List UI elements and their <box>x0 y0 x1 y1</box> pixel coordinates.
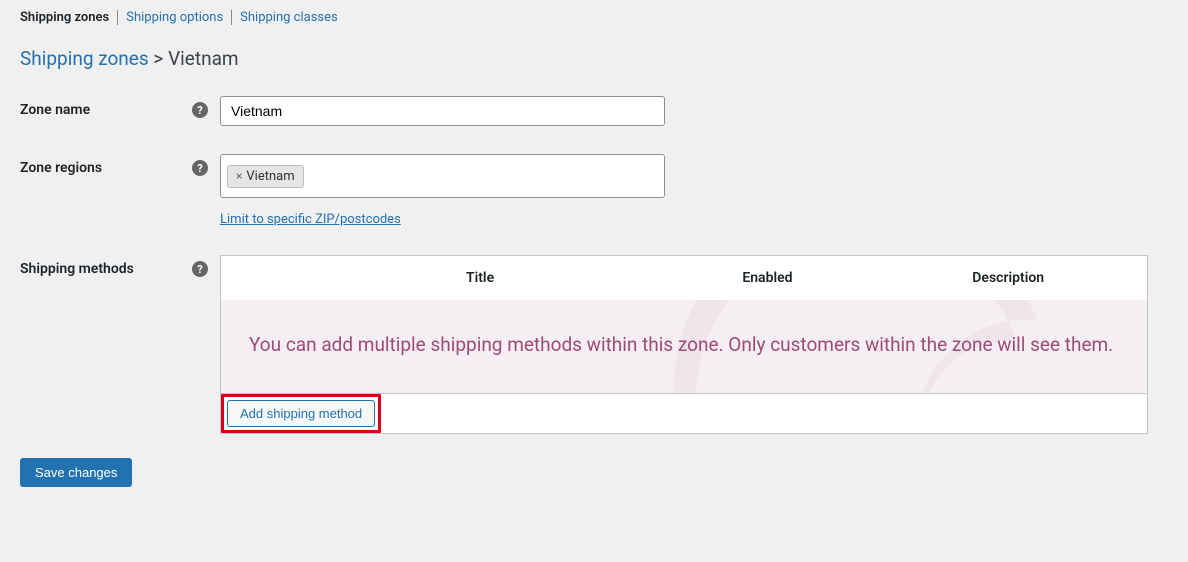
th-enabled: Enabled <box>665 256 869 301</box>
tab-shipping-zones[interactable]: Shipping zones <box>20 10 118 25</box>
remove-tag-icon[interactable]: × <box>236 169 242 183</box>
breadcrumb: Shipping zones > Vietnam <box>0 33 1188 88</box>
tab-shipping-options[interactable]: Shipping options <box>118 10 232 25</box>
limit-zip-link[interactable]: Limit to specific ZIP/postcodes <box>220 212 401 227</box>
breadcrumb-separator: > <box>153 47 163 70</box>
shipping-methods-label: Shipping methods <box>20 261 134 277</box>
tutorial-highlight: Add shipping method <box>221 394 381 433</box>
help-icon[interactable]: ? <box>192 102 208 118</box>
breadcrumb-current: Vietnam <box>168 47 239 70</box>
th-description: Description <box>869 256 1147 301</box>
add-shipping-method-button[interactable]: Add shipping method <box>227 400 375 427</box>
help-icon[interactable]: ? <box>192 160 208 176</box>
zone-regions-label: Zone regions <box>20 160 102 176</box>
breadcrumb-root-link[interactable]: Shipping zones <box>20 47 149 70</box>
shipping-methods-table: Title Enabled Description You can add mu… <box>220 255 1148 434</box>
zone-name-input[interactable] <box>220 96 665 126</box>
save-changes-button[interactable]: Save changes <box>20 458 132 487</box>
zone-name-label: Zone name <box>20 102 90 118</box>
th-title: Title <box>295 256 666 301</box>
zone-regions-input[interactable]: × Vietnam <box>220 154 665 198</box>
help-icon[interactable]: ? <box>192 261 208 277</box>
shipping-subtabs: Shipping zones Shipping options Shipping… <box>0 0 1188 33</box>
region-tag-label: Vietnam <box>246 169 294 184</box>
region-tag[interactable]: × Vietnam <box>227 165 304 188</box>
tab-shipping-classes[interactable]: Shipping classes <box>232 10 346 25</box>
empty-methods-message: You can add multiple shipping methods wi… <box>221 300 1147 393</box>
